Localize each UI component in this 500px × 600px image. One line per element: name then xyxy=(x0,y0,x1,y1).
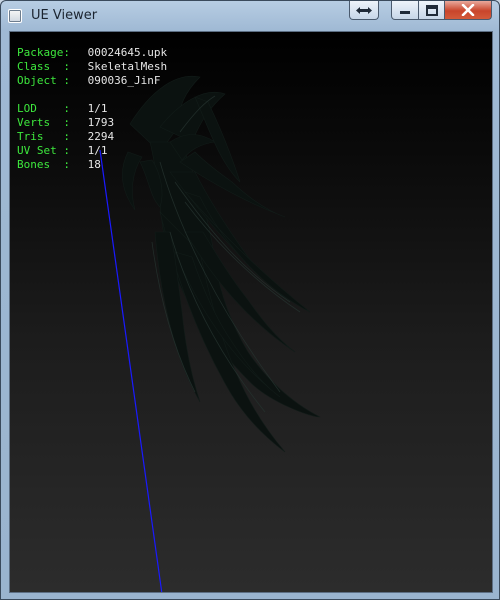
stat-label: LOD : xyxy=(17,102,70,115)
stat-value: 2294 xyxy=(87,130,115,143)
window-title: UE Viewer xyxy=(31,8,98,23)
stat-row-uv-set: UV Set : 1/1 xyxy=(17,144,167,158)
close-button[interactable] xyxy=(444,1,492,20)
minimize-button[interactable] xyxy=(391,1,419,20)
stat-value: 18 xyxy=(87,158,101,171)
info-value: SkeletalMesh xyxy=(87,60,168,73)
maximize-button[interactable] xyxy=(418,1,445,20)
info-value: 090036_JinF xyxy=(87,74,161,87)
info-row-object: Object : 090036_JinF xyxy=(17,74,167,88)
info-label: Object : xyxy=(17,74,70,87)
mesh-info-overlay: Package: 00024645.upk Class : SkeletalMe… xyxy=(17,46,167,172)
stat-row-verts: Verts : 1793 xyxy=(17,116,167,130)
stat-label: Verts : xyxy=(17,116,70,129)
swap-arrows-icon xyxy=(356,6,372,14)
app-window-icon xyxy=(8,9,22,23)
swap-arrows-button[interactable] xyxy=(349,1,379,20)
info-value: 00024645.upk xyxy=(87,46,168,59)
stat-label: Tris : xyxy=(17,130,70,143)
maximize-icon xyxy=(425,4,438,16)
stat-row-lod: LOD : 1/1 xyxy=(17,102,167,116)
3d-viewport[interactable]: Package: 00024645.upk Class : SkeletalMe… xyxy=(9,31,493,593)
stat-row-tris: Tris : 2294 xyxy=(17,130,167,144)
axis-line xyxy=(99,149,163,592)
stat-label: Bones : xyxy=(17,158,70,171)
stat-value: 1/1 xyxy=(87,144,108,157)
minimize-icon xyxy=(400,11,410,14)
stat-value: 1793 xyxy=(87,116,115,129)
stat-label: UV Set : xyxy=(17,144,70,157)
info-row-class: Class : SkeletalMesh xyxy=(17,60,167,74)
ue-viewer-window: UE Viewer Package: 00024645.upk Class: … xyxy=(0,0,500,600)
title-bar[interactable]: UE Viewer xyxy=(1,1,499,30)
stat-value: 1/1 xyxy=(87,102,108,115)
info-row-package: Package: 00024645.upk xyxy=(17,46,167,60)
info-label: Class : xyxy=(17,60,70,73)
stat-row-bones: Bones : 18 xyxy=(17,158,167,172)
info-label: Package: xyxy=(17,46,70,59)
close-icon xyxy=(461,4,475,16)
